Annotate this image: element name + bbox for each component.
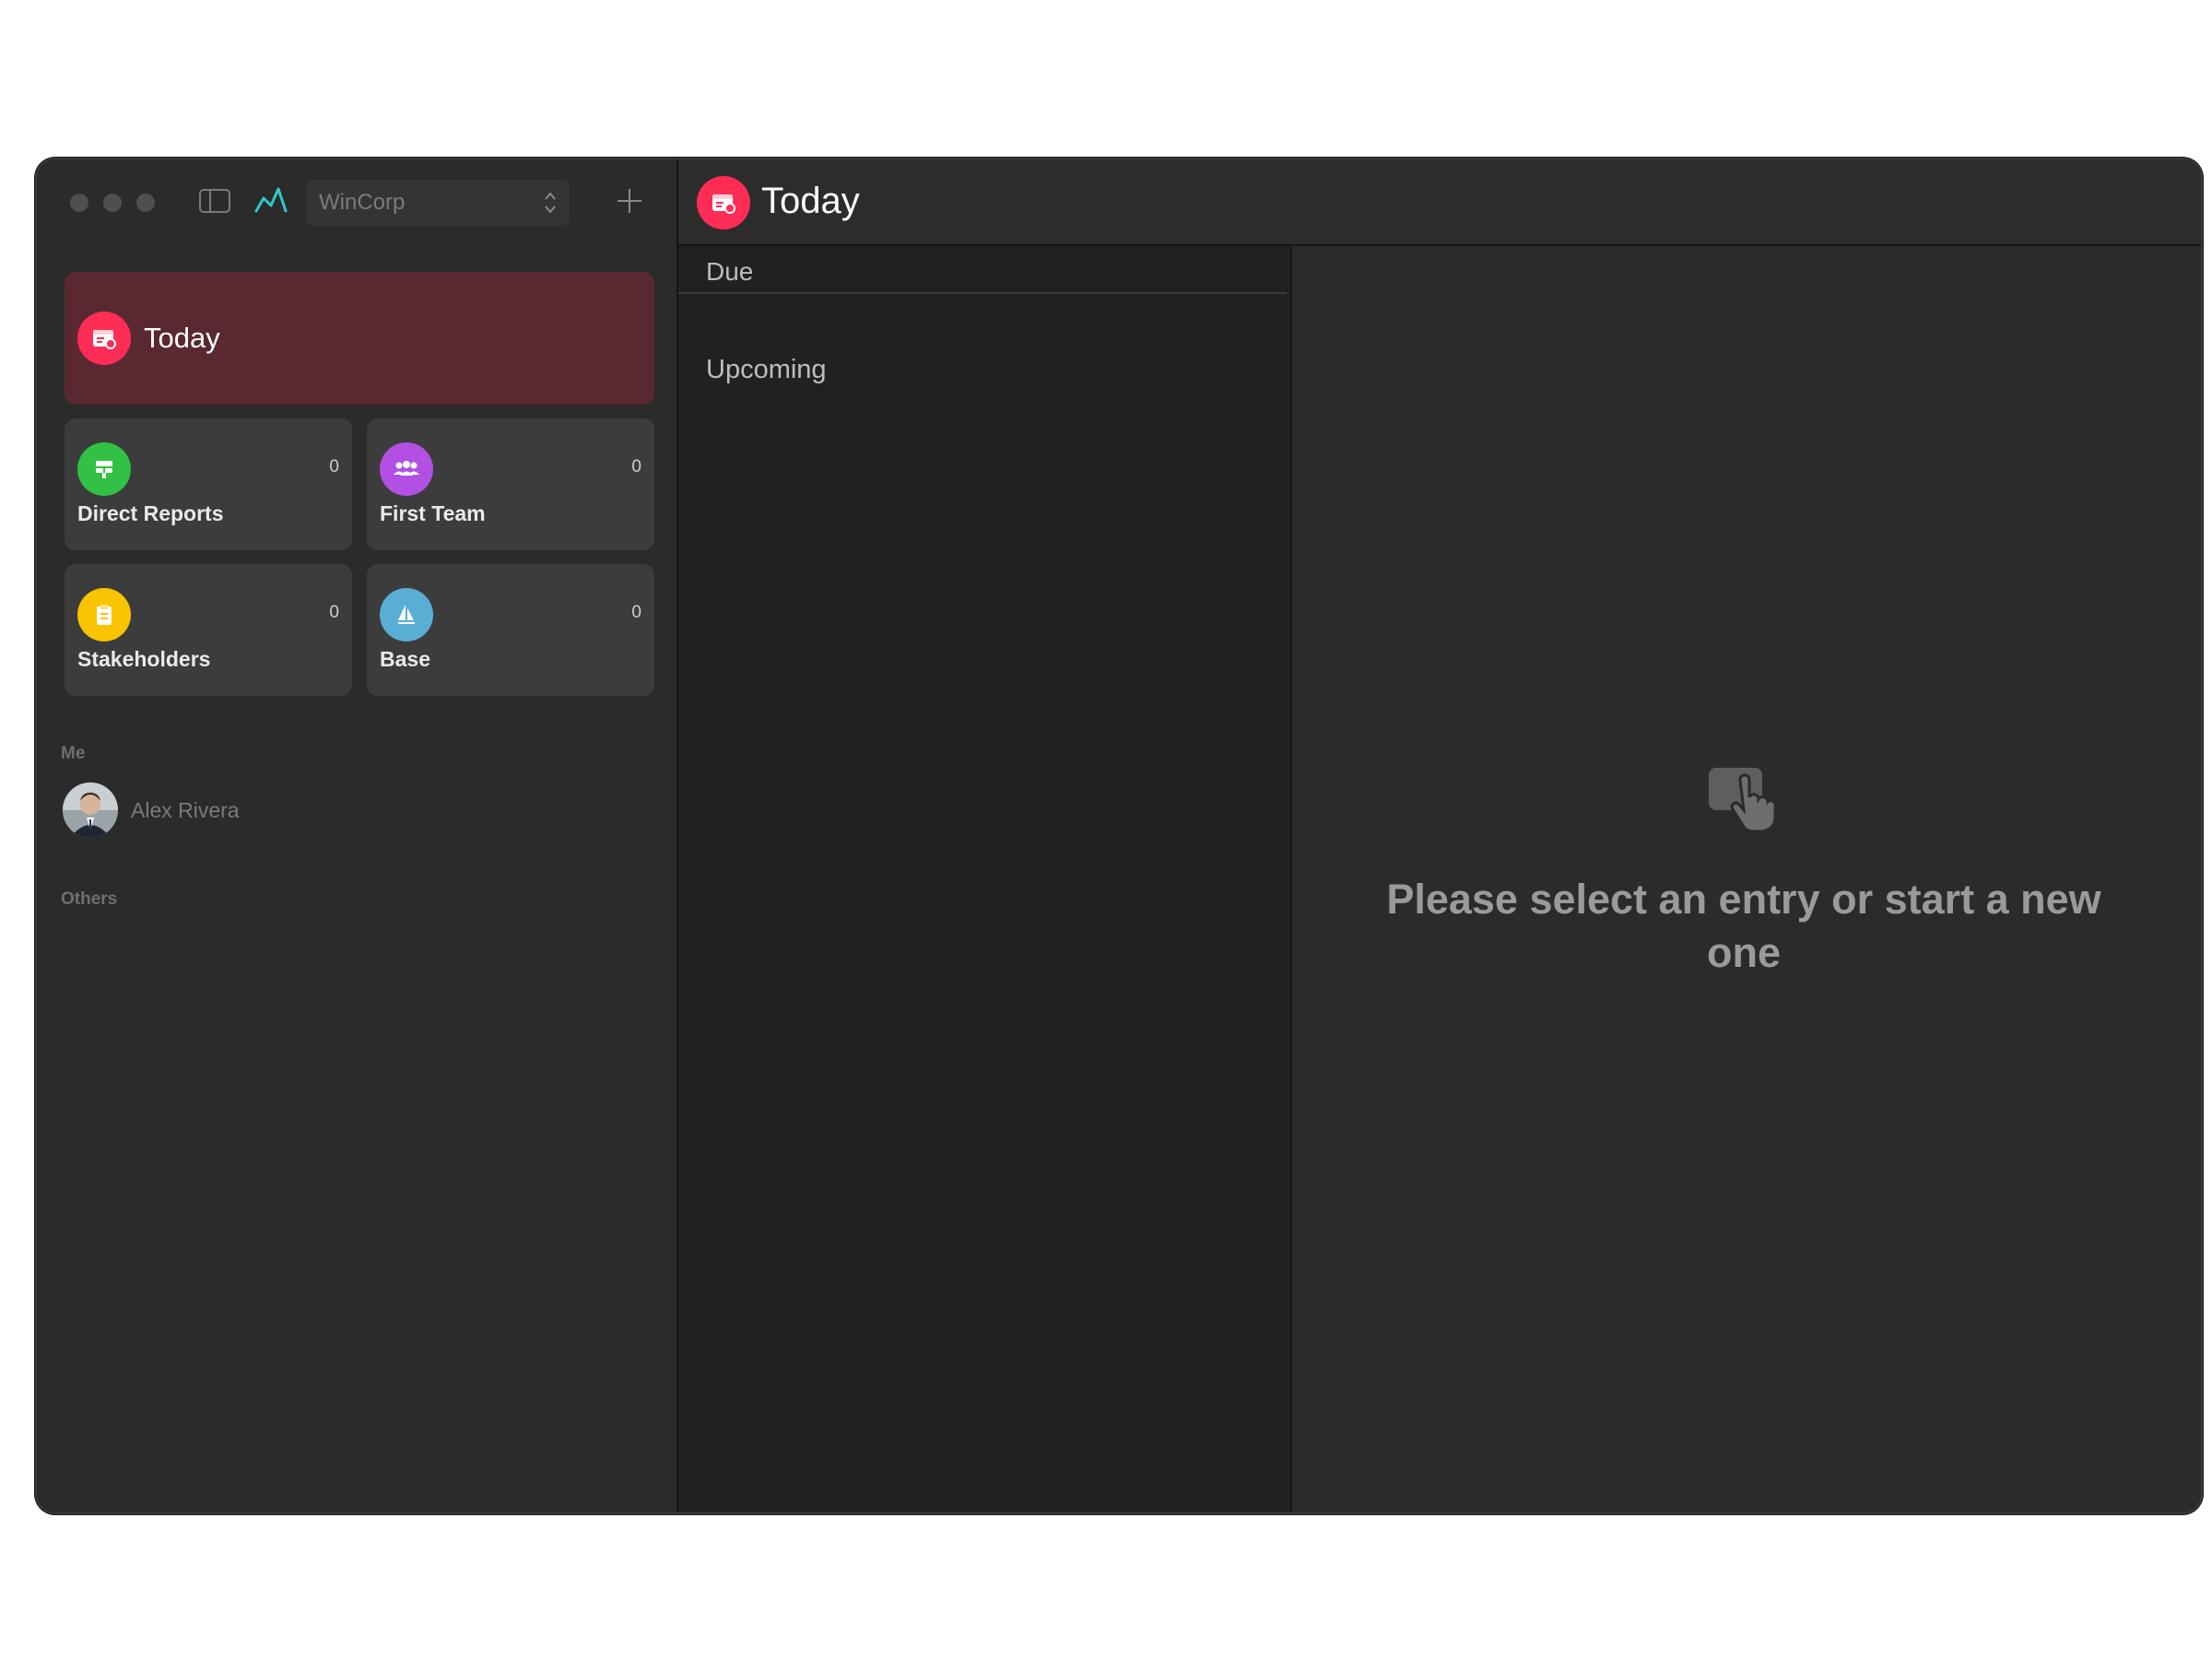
tile-label: Stakeholders [77, 647, 211, 671]
minimize-window-button[interactable] [103, 194, 122, 212]
activity-chart-icon[interactable] [254, 185, 289, 215]
clipboard-icon [77, 588, 131, 641]
tile-label: First Team [380, 501, 486, 525]
person-list-item[interactable]: Alex Rivera [63, 782, 339, 838]
workspace-select-value: WinCorp [319, 190, 406, 215]
section-header-others: Others [61, 889, 118, 909]
sidebar: WinCorp Today 0 Direct Reports 0 First T… [37, 159, 678, 1512]
group-header-due: Due [706, 257, 754, 286]
avatar [63, 782, 118, 838]
zoom-window-button[interactable] [136, 194, 155, 212]
group-icon [380, 442, 433, 496]
person-name: Alex Rivera [131, 798, 240, 822]
sidebar-toggle-icon[interactable] [199, 189, 230, 213]
group-header-upcoming: Upcoming [706, 355, 827, 384]
tile-label: Base [380, 647, 430, 671]
main-header: Today [678, 159, 2201, 246]
sidebar-item-stakeholders[interactable]: 0 Stakeholders [65, 564, 352, 696]
chevron-up-down-icon [545, 192, 556, 214]
group-divider [678, 292, 1287, 294]
calendar-badge-icon [697, 176, 750, 229]
add-icon[interactable] [612, 183, 647, 218]
sidebar-item-today[interactable]: Today [65, 272, 654, 405]
tile-count: 0 [631, 457, 641, 477]
hand-pointer-icon [1709, 768, 1777, 833]
empty-state-message: Please select an entry or start a new on… [1386, 876, 2101, 976]
sidebar-item-first-team[interactable]: 0 First Team [367, 418, 654, 550]
org-chart-icon [77, 442, 131, 496]
sidebar-item-label: Today [144, 322, 220, 354]
entry-list: Due Upcoming [678, 246, 1290, 1512]
sailboat-icon [380, 588, 433, 641]
calendar-badge-icon [77, 312, 131, 365]
app-window: WinCorp Today 0 Direct Reports 0 First T… [35, 158, 2203, 1514]
section-header-me: Me [61, 744, 86, 763]
tile-count: 0 [329, 457, 339, 477]
workspace-select[interactable]: WinCorp [306, 180, 570, 226]
tile-label: Direct Reports [77, 501, 224, 525]
tile-count: 0 [329, 603, 339, 622]
titlebar: WinCorp [37, 159, 678, 242]
detail-pane: Please select an entry or start a new on… [1292, 246, 2201, 1512]
page-title: Today [761, 181, 860, 221]
close-window-button[interactable] [70, 194, 88, 212]
sidebar-item-direct-reports[interactable]: 0 Direct Reports [65, 418, 352, 550]
sidebar-item-base[interactable]: 0 Base [367, 564, 654, 696]
tile-count: 0 [631, 603, 641, 622]
